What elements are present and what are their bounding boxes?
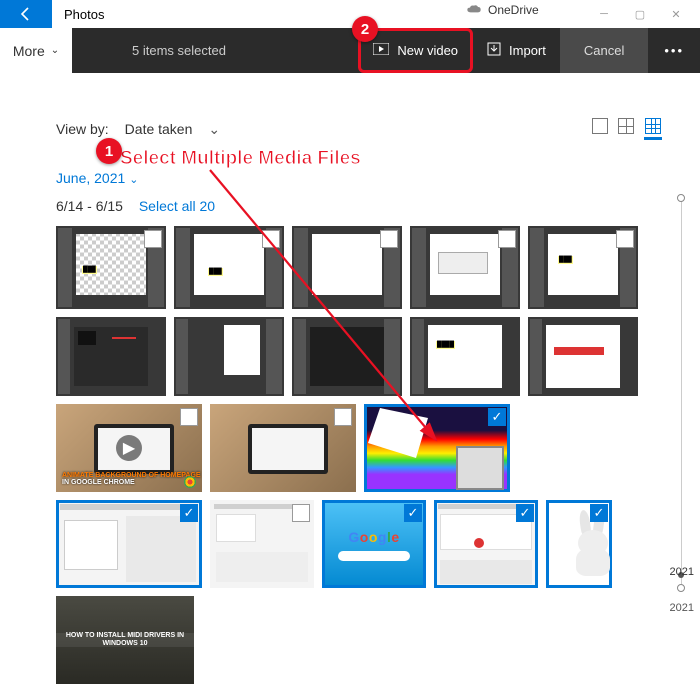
view-by-value: Date taken: [125, 121, 193, 137]
cloud-icon: [466, 3, 488, 17]
thumbnail[interactable]: [210, 500, 314, 588]
view-single-icon[interactable]: [592, 118, 608, 134]
thumbnail[interactable]: ✓: [56, 500, 202, 588]
thumbnail[interactable]: HOW TO INSTALL MIDI DRIVERS IN WINDOWS 1…: [56, 596, 194, 684]
view-grid-medium-icon[interactable]: [618, 118, 634, 134]
view-by-dropdown[interactable]: View by: Date taken ⌄: [56, 121, 220, 138]
thumbnail-caption: Google: [348, 529, 399, 545]
timeline-current-year: 2021: [670, 566, 694, 578]
month-link[interactable]: June, 2021 ⌄: [56, 170, 139, 186]
import-icon: [487, 42, 501, 59]
thumbnail[interactable]: ✓: [434, 500, 538, 588]
thumbnail[interactable]: Google ✓: [322, 500, 426, 588]
chevron-down-icon: ⌄: [51, 45, 59, 56]
close-button[interactable]: ✕: [658, 0, 694, 28]
thumbnail[interactable]: [528, 317, 638, 396]
thumbnail[interactable]: [292, 317, 402, 396]
selection-count: 5 items selected: [132, 43, 226, 58]
thumbnail[interactable]: ✓: [546, 500, 612, 588]
thumbnail-checkbox[interactable]: [498, 230, 516, 248]
chevron-down-icon: ⌄: [208, 121, 220, 138]
thumbnail-caption: HOW TO INSTALL MIDI DRIVERS IN WINDOWS 1…: [56, 596, 194, 684]
minimize-button[interactable]: ─: [586, 0, 622, 28]
thumbnail[interactable]: ███: [56, 226, 166, 309]
maximize-button[interactable]: ▢: [622, 0, 658, 28]
thumbnail-checkbox[interactable]: [180, 408, 198, 426]
timeline-dot: [677, 584, 685, 592]
more-dropdown[interactable]: More ⌄: [0, 28, 72, 73]
thumbnail-checkbox[interactable]: ✓: [516, 504, 534, 522]
view-grid-small-icon[interactable]: [645, 118, 661, 134]
more-icon: •••: [664, 43, 684, 58]
thumbnail-checkbox[interactable]: [380, 230, 398, 248]
import-label: Import: [509, 43, 546, 58]
timeline-year-label: 2021: [670, 602, 694, 614]
thumbnail-checkbox[interactable]: ✓: [590, 504, 608, 522]
thumbnail-checkbox[interactable]: [144, 230, 162, 248]
thumbnail[interactable]: [410, 226, 520, 309]
thumbnail[interactable]: ✓: [364, 404, 510, 492]
thumbnail-subcaption: IN GOOGLE CHROME: [62, 479, 135, 486]
new-video-label: New video: [397, 43, 458, 58]
thumbnail[interactable]: [292, 226, 402, 309]
thumbnail-caption: ANIMATE BACKGROUND OF HOMEPAGE: [62, 472, 201, 479]
thumbnail[interactable]: [174, 317, 284, 396]
annotation-step-2-badge: 2: [352, 16, 378, 42]
select-all-link[interactable]: Select all 20: [139, 198, 215, 214]
back-button[interactable]: [0, 0, 52, 28]
date-range: 6/14 - 6/15: [56, 198, 123, 214]
thumbnail-checkbox[interactable]: ✓: [404, 504, 422, 522]
cancel-label: Cancel: [584, 43, 624, 58]
thumbnail-checkbox[interactable]: [616, 230, 634, 248]
thumbnail-checkbox[interactable]: [334, 408, 352, 426]
overflow-button[interactable]: •••: [648, 28, 700, 73]
thumbnail[interactable]: [210, 404, 356, 492]
play-icon: ▶: [116, 435, 142, 461]
thumbnail-checkbox[interactable]: [262, 230, 280, 248]
timeline-dot: [677, 194, 685, 202]
thumbnail-checkbox[interactable]: ✓: [488, 408, 506, 426]
thumbnail[interactable]: ████: [410, 317, 520, 396]
timeline-scrollbar[interactable]: 2021 2021: [668, 190, 694, 614]
thumbnail[interactable]: ███: [528, 226, 638, 309]
chevron-down-icon: ⌄: [129, 174, 138, 186]
cancel-button[interactable]: Cancel: [560, 28, 648, 73]
more-label: More: [13, 43, 45, 59]
onedrive-label: OneDrive: [488, 3, 539, 17]
thumbnail-checkbox[interactable]: ✓: [180, 504, 198, 522]
thumbnail[interactable]: ▶ ANIMATE BACKGROUND OF HOMEPAGEIN GOOGL…: [56, 404, 202, 492]
video-icon: [373, 43, 389, 58]
thumbnail[interactable]: [56, 317, 166, 396]
thumbnail-checkbox[interactable]: [292, 504, 310, 522]
annotation-step-1-text: Select Multiple Media Files: [120, 148, 361, 170]
month-label: June, 2021: [56, 170, 125, 186]
thumbnail-grid: ███ ███ ███ ████: [56, 226, 656, 684]
thumbnail[interactable]: ███: [174, 226, 284, 309]
import-button[interactable]: Import: [473, 28, 560, 73]
annotation-step-1-badge: 1: [96, 138, 122, 164]
view-by-label: View by:: [56, 121, 109, 137]
onedrive-button[interactable]: OneDrive: [466, 3, 539, 17]
app-title: Photos: [64, 7, 104, 22]
